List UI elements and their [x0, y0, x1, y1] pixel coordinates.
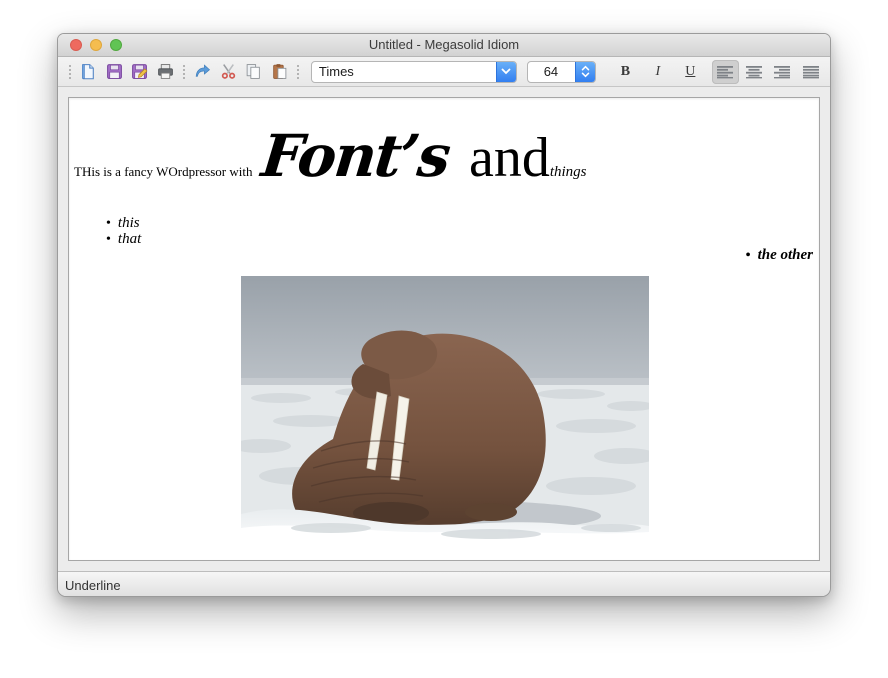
paste-button[interactable] [266, 60, 292, 84]
save-button[interactable] [101, 60, 127, 84]
titlebar[interactable]: Untitled - Megasolid Idiom [58, 34, 830, 57]
print-button[interactable] [152, 60, 178, 84]
new-document-button[interactable] [76, 60, 102, 84]
copy-icon [245, 63, 262, 80]
print-icon [157, 63, 174, 80]
align-right-button[interactable] [769, 60, 795, 84]
align-center-icon [745, 65, 763, 79]
underline-button[interactable]: U [677, 60, 704, 84]
align-right-icon [773, 65, 791, 79]
zoom-window-button[interactable] [110, 39, 122, 51]
right-aligned-list-item: • the other [746, 247, 813, 264]
bullet-glyph: • [106, 216, 111, 231]
chevron-down-icon [496, 61, 516, 83]
text-document[interactable]: THis is a fancy WOrdpressor withFont’s a… [68, 97, 820, 561]
toolbar-separator [297, 64, 299, 79]
italic-button[interactable]: I [644, 60, 671, 84]
toolbar-separator [69, 64, 71, 79]
save-icon [106, 63, 123, 80]
font-family-select[interactable]: Times [311, 61, 517, 83]
tail-word: things [550, 164, 587, 181]
font-family-value: Times [312, 64, 354, 79]
list-item: • this [106, 216, 141, 231]
align-justify-button[interactable] [798, 60, 824, 84]
save-as-icon [131, 63, 148, 80]
intro-text: THis is a fancy WOrdpressor with [74, 164, 252, 180]
bullet-list: • this • that [106, 216, 141, 248]
paste-clipboard-icon [271, 63, 288, 80]
font-size-value: 64 [528, 64, 574, 79]
bullet-text: that [118, 232, 141, 247]
scissors-icon [220, 63, 237, 80]
and-word: and [455, 126, 550, 190]
editor-area: THis is a fancy WOrdpressor withFont’s a… [58, 87, 830, 571]
desktop-background: Untitled - Megasolid Idiom [0, 0, 888, 678]
align-center-button[interactable] [741, 60, 767, 84]
list-item: • that [106, 232, 141, 247]
toolbar: Times 64 B I U [58, 57, 830, 87]
redo-button[interactable] [190, 60, 216, 84]
status-message: Underline [65, 578, 121, 593]
align-justify-icon [802, 65, 820, 79]
font-size-stepper[interactable]: 64 [527, 61, 596, 83]
bullet-glyph: • [106, 232, 111, 247]
italic-label: I [656, 64, 661, 79]
bullet-text: this [118, 216, 140, 231]
close-window-button[interactable] [70, 39, 82, 51]
underline-label: U [685, 64, 695, 79]
walrus-on-ice-photo [241, 276, 649, 546]
bold-button[interactable]: B [612, 60, 639, 84]
save-as-button[interactable] [127, 60, 153, 84]
redo-arrow-icon [194, 63, 211, 80]
copy-button[interactable] [241, 60, 267, 84]
document-heading-line: THis is a fancy WOrdpressor withFont’s a… [74, 122, 587, 190]
fancy-word: Font’s [249, 122, 459, 190]
cut-button[interactable] [215, 60, 241, 84]
bullet-glyph: • [746, 248, 751, 264]
traffic-lights [70, 39, 122, 51]
align-left-icon [716, 65, 734, 79]
status-bar: Underline [58, 571, 830, 597]
bold-label: B [621, 64, 630, 79]
window-title: Untitled - Megasolid Idiom [58, 34, 830, 56]
align-left-button[interactable] [712, 60, 738, 84]
app-window: Untitled - Megasolid Idiom [57, 33, 831, 597]
toolbar-separator [183, 64, 185, 79]
bullet-text: the other [758, 247, 813, 264]
new-document-icon [80, 63, 97, 80]
stepper-arrows-icon [575, 61, 595, 83]
minimize-window-button[interactable] [90, 39, 102, 51]
